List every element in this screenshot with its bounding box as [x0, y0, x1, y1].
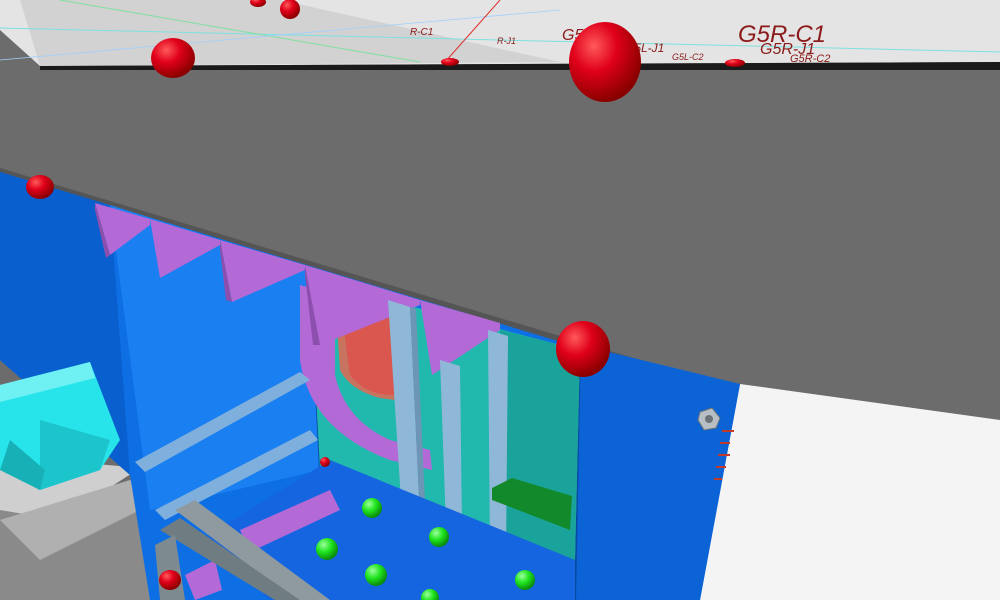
marker-sphere[interactable] — [556, 321, 610, 377]
right-floor-plane — [690, 384, 1000, 600]
bolt — [365, 564, 387, 586]
marker-sphere[interactable] — [151, 38, 195, 78]
bolt — [429, 527, 449, 547]
marker-sphere[interactable] — [569, 22, 641, 102]
bolt — [316, 538, 338, 560]
bolt — [515, 570, 535, 590]
bolt — [362, 498, 382, 518]
marker-sphere[interactable] — [725, 59, 745, 67]
label-g5r-c2: G5R-C2 — [790, 53, 830, 65]
label-r-c1: R-C1 — [410, 27, 433, 38]
marker-sphere[interactable] — [441, 58, 459, 66]
marker-sphere[interactable] — [26, 175, 54, 199]
label-g5l-c2: G5L-C2 — [672, 52, 704, 62]
label-r-j1: R-J1 — [497, 36, 516, 46]
top-floor-plane — [0, 0, 1000, 66]
marker-sphere[interactable] — [320, 457, 330, 467]
3d-model-viewport[interactable]: G5R-C1 G5R-J1 G5R-C2 G5L-J1 G5L-J1 G5L-C… — [0, 0, 1000, 600]
marker-sphere[interactable] — [159, 570, 181, 590]
